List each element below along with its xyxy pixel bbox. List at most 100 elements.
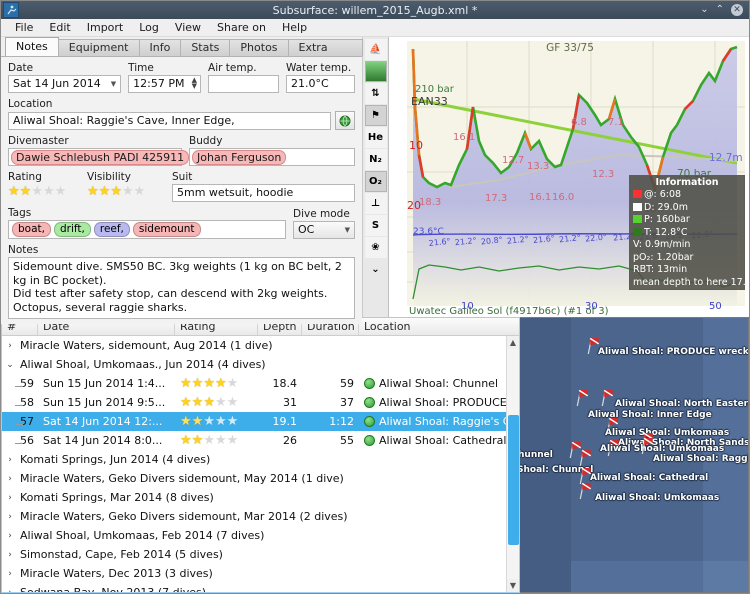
trip-row[interactable]: ›Miracle Waters, Geko Divers sidemount, …: [2, 507, 506, 526]
tag-chip-2[interactable]: reef,: [94, 222, 130, 237]
dive-flag-icon[interactable]: [640, 438, 654, 454]
dive-location-label: Aliwal Shoal: PRODUCE wreck: [379, 396, 506, 409]
trip-row[interactable]: ›Sodwana Bay, Nov 2013 (7 dives): [2, 583, 506, 592]
trip-row[interactable]: ›Miracle Waters, Dec 2013 (3 dives): [2, 564, 506, 583]
dive-row[interactable]: 58Sun 15 Jun 2014 9:5...★★★★★3137Aliwal …: [2, 393, 506, 412]
tag-chip-1[interactable]: drift,: [54, 222, 91, 237]
rating-star-2[interactable]: ★: [20, 185, 32, 198]
water-temp-input[interactable]: 21.0°C: [286, 75, 355, 93]
dive-number: 59: [2, 377, 38, 390]
photos-icon[interactable]: ❀: [365, 237, 387, 258]
tab-stats[interactable]: Stats: [180, 39, 230, 56]
column-header-location[interactable]: Location: [359, 318, 519, 335]
tags-input[interactable]: boat,drift,reef,sidemount: [8, 220, 286, 239]
trip-label: Sodwana Bay, Nov 2013 (7 dives): [18, 586, 206, 592]
helium-icon[interactable]: He: [365, 127, 387, 148]
tag-chip-0[interactable]: boat,: [12, 222, 51, 237]
globe-icon: [364, 416, 375, 427]
chevron-right-icon[interactable]: ›: [2, 569, 18, 579]
buddy-input[interactable]: Johan Ferguson: [189, 148, 355, 166]
trip-row[interactable]: ›Aliwal Shoal, Umkomaas, Feb 2014 (7 div…: [2, 526, 506, 545]
show-ceiling-icon[interactable]: ⇅: [365, 83, 387, 104]
scroll-down-icon[interactable]: ▼: [510, 579, 516, 592]
map-marker-label: Aliwal Shoal: Raggie': [653, 454, 749, 464]
subsurface-logo-icon[interactable]: S: [365, 215, 387, 236]
suit-input[interactable]: 5mm wetsuit, hoodie: [172, 184, 355, 202]
visibility-star-5[interactable]: ★: [134, 185, 146, 198]
scale-icon[interactable]: ⊥: [365, 193, 387, 214]
divemaster-input[interactable]: Dawie Schlebush PADI 425911: [8, 148, 182, 166]
date-input[interactable]: Sat 14 Jun 2014 ▼: [8, 75, 121, 93]
dive-flag-icon[interactable]: [578, 450, 592, 466]
menu-view[interactable]: View: [167, 20, 209, 35]
visibility-star-4[interactable]: ★: [122, 185, 134, 198]
dive-flag-icon[interactable]: [600, 390, 614, 406]
trip-row[interactable]: ›Miracle Waters, Geko Divers sidemount, …: [2, 469, 506, 488]
chevron-right-icon[interactable]: ›: [2, 493, 18, 503]
depth-ann-16-1b: 16.1: [529, 192, 551, 203]
toggle-profile-icon[interactable]: ⛵: [365, 39, 387, 60]
chevron-right-icon[interactable]: ›: [2, 341, 18, 351]
dive-flag-icon[interactable]: [575, 390, 589, 406]
trip-row[interactable]: ›Simonstad, Cape, Feb 2014 (5 dives): [2, 545, 506, 564]
visibility-stars[interactable]: ★★★★★: [87, 184, 165, 198]
time-input[interactable]: 12:57 PM ▲▼: [128, 75, 201, 93]
chevron-right-icon[interactable]: ›: [2, 474, 18, 484]
visibility-star-3[interactable]: ★: [110, 185, 122, 198]
trip-row[interactable]: ›Miracle Waters, sidemount, Aug 2014 (1 …: [2, 336, 506, 355]
dive-mode-select[interactable]: OC ▼: [293, 221, 355, 239]
location-input[interactable]: Aliwal Shoal: Raggie's Cave, Inner Edge,: [8, 112, 331, 130]
tab-info[interactable]: Info: [139, 39, 182, 56]
tab-extra-data[interactable]: Extra data: [288, 39, 363, 56]
chevron-right-icon[interactable]: ›: [2, 531, 18, 541]
globe-icon-button[interactable]: [335, 111, 355, 130]
scroll-up-icon[interactable]: ▲: [510, 336, 516, 349]
dive-row[interactable]: 57Sat 14 Jun 2014 12:...★★★★★19.11:12Ali…: [2, 412, 506, 431]
menu-help[interactable]: Help: [274, 20, 315, 35]
dive-list-scrollbar[interactable]: ▲ ▼: [506, 336, 519, 592]
menu-import[interactable]: Import: [79, 20, 132, 35]
visibility-star-1[interactable]: ★: [87, 185, 99, 198]
rating-star-1[interactable]: ★: [8, 185, 20, 198]
menu-log[interactable]: Log: [131, 20, 167, 35]
chevron-right-icon[interactable]: ›: [2, 588, 18, 593]
chevron-right-icon[interactable]: ›: [2, 455, 18, 465]
dive-row[interactable]: 56Sat 14 Jun 2014 8:0...★★★★★2655Aliwal …: [2, 431, 506, 450]
maximize-button[interactable]: ⌃: [716, 5, 724, 15]
toggle-gradient-icon[interactable]: [365, 61, 387, 82]
menu-share-on[interactable]: Share on: [209, 20, 274, 35]
trip-row[interactable]: ⌄Aliwal Shoal, Umkomaas., Jun 2014 (4 di…: [2, 355, 506, 374]
scrollbar-track[interactable]: [507, 349, 520, 579]
menu-file[interactable]: File: [7, 20, 41, 35]
air-temp-input[interactable]: [208, 75, 279, 93]
tab-photos[interactable]: Photos: [229, 39, 288, 56]
trip-row[interactable]: ›Komati Springs, Jun 2014 (4 dives): [2, 450, 506, 469]
chevron-down-icon[interactable]: ⌄: [2, 360, 18, 370]
dive-profile-chart[interactable]: 10 20 GF 33/75 210 bar EAN33 70 bar 12.7…: [389, 37, 749, 317]
notes-textarea[interactable]: Sidemount dive. SMS50 BC. 3kg weights (1…: [8, 257, 355, 319]
trip-row[interactable]: ›Komati Springs, Mar 2014 (8 dives): [2, 488, 506, 507]
rating-star-3[interactable]: ★: [31, 185, 43, 198]
chevron-right-icon[interactable]: ›: [2, 512, 18, 522]
tab-notes[interactable]: Notes: [5, 37, 59, 56]
menu-edit[interactable]: Edit: [41, 20, 78, 35]
spinner-icon[interactable]: ▲▼: [192, 77, 197, 89]
dive-row[interactable]: 59Sun 15 Jun 2014 1:4...★★★★★18.459Aliwa…: [2, 374, 506, 393]
close-icon[interactable]: ✕: [731, 4, 743, 16]
visibility-star-2[interactable]: ★: [99, 185, 111, 198]
more-tools-chevron-icon[interactable]: ⌄: [365, 259, 387, 280]
nitrogen-icon[interactable]: N₂: [365, 149, 387, 170]
show-events-icon[interactable]: ⚑: [365, 105, 387, 126]
row-star: ★: [180, 377, 192, 390]
scrollbar-thumb[interactable]: [508, 415, 519, 545]
rating-star-5[interactable]: ★: [55, 185, 67, 198]
rating-star-4[interactable]: ★: [43, 185, 55, 198]
tag-chip-3[interactable]: sidemount: [133, 222, 201, 237]
chevron-right-icon[interactable]: ›: [2, 550, 18, 560]
minimize-button[interactable]: ⌄: [700, 5, 708, 15]
dive-site-map[interactable]: Aliwal Shoal: PRODUCE wreckAliwal Shoal:…: [520, 317, 749, 593]
rating-stars[interactable]: ★★★★★: [8, 184, 80, 198]
tab-equipment[interactable]: Equipment: [58, 39, 140, 56]
dive-flag-icon[interactable]: [578, 483, 592, 499]
oxygen-icon[interactable]: O₂: [365, 171, 387, 192]
